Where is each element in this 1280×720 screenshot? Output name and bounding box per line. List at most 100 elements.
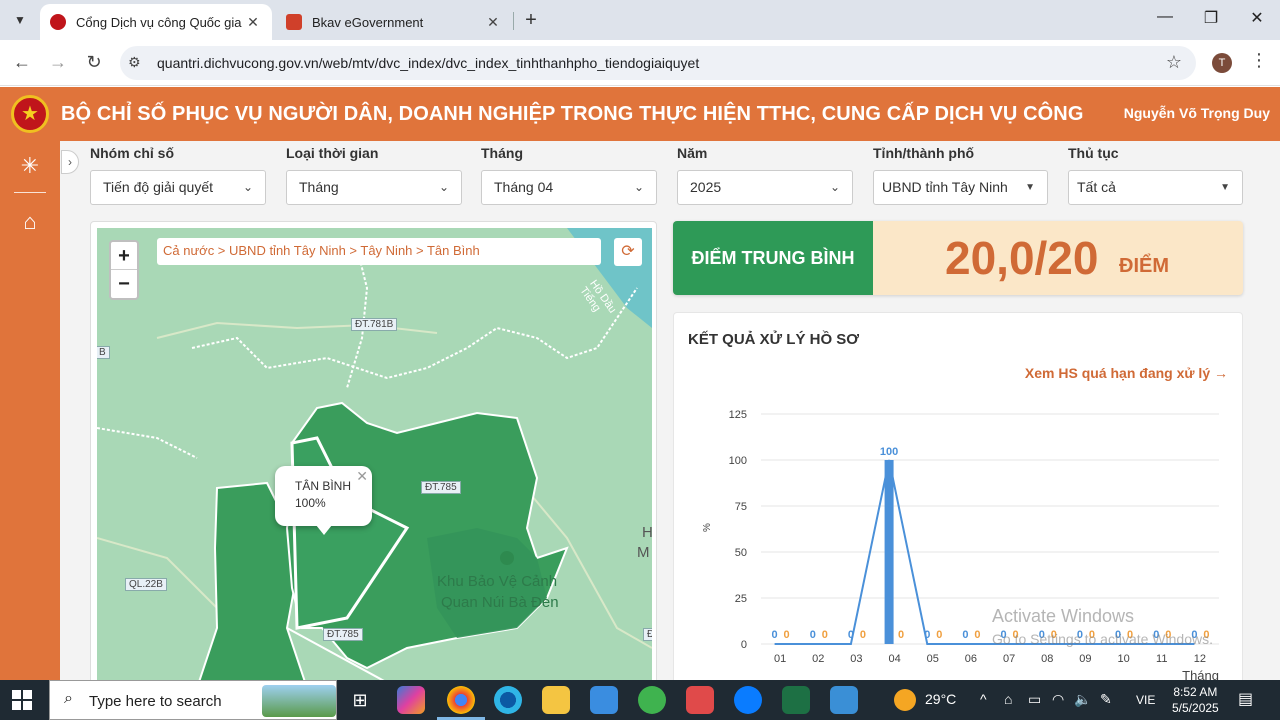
address-bar[interactable]: ⚙ quantri.dichvucong.gov.vn/web/mtv/dvc_… bbox=[120, 46, 1196, 80]
bar-series-1 bbox=[884, 460, 894, 644]
time-type-select[interactable]: Tháng ⌄ bbox=[286, 170, 462, 205]
filter-label-indicator-group: Nhóm chỉ số bbox=[90, 145, 175, 161]
road-label: ĐT.785 bbox=[421, 481, 461, 494]
x-tick-label: 11 bbox=[1156, 653, 1167, 665]
x-tick-label: 04 bbox=[888, 653, 900, 665]
app-red-icon[interactable] bbox=[686, 686, 714, 714]
procedure-select[interactable]: Tất cả ▼ bbox=[1068, 170, 1243, 205]
tab-close-icon[interactable]: ✕ bbox=[484, 14, 502, 31]
excel-icon[interactable] bbox=[782, 686, 810, 714]
map-popup: ✕ TÂN BÌNH 100% bbox=[275, 466, 372, 526]
bookmark-star-icon[interactable]: ☆ bbox=[1166, 52, 1182, 73]
activation-watermark-title: Activate Windows bbox=[992, 606, 1135, 626]
new-tab-plus-icon[interactable]: + bbox=[520, 10, 542, 30]
browser-tab[interactable]: Bkav eGovernment ✕ bbox=[276, 4, 512, 40]
select-value: Tất cả bbox=[1077, 179, 1116, 195]
store-icon[interactable] bbox=[590, 686, 618, 714]
popup-close-icon[interactable]: ✕ bbox=[356, 468, 368, 485]
home-icon[interactable]: ⌂ bbox=[16, 209, 44, 237]
data-label-series-1: 0 bbox=[962, 629, 968, 641]
weather-temperature[interactable]: 29°C bbox=[925, 691, 956, 707]
chrome-icon[interactable] bbox=[437, 686, 485, 720]
task-view-icon[interactable]: ⊞ bbox=[346, 686, 374, 714]
browser-tab-active[interactable]: Cổng Dịch vụ công Quốc gia ✕ bbox=[40, 4, 272, 40]
tray-wifi-icon[interactable]: ◠ bbox=[1052, 691, 1064, 708]
photos-icon[interactable] bbox=[830, 686, 858, 714]
road-label: QL.22B bbox=[125, 578, 167, 591]
map-place-label: Quan Núi Bà Đen bbox=[441, 594, 559, 611]
y-tick-label: 50 bbox=[735, 547, 747, 559]
zoom-out-button[interactable]: − bbox=[111, 270, 137, 298]
map-view[interactable]: ĐT.781B ĐT.785 ĐT.785 QL.22B Khu Bảo Vệ … bbox=[97, 228, 652, 688]
province-select[interactable]: UBND tỉnh Tây Ninh ▼ bbox=[873, 170, 1048, 205]
x-tick-label: 08 bbox=[1041, 653, 1053, 665]
copilot-icon[interactable] bbox=[397, 686, 425, 714]
data-label-series-1: 0 bbox=[772, 629, 778, 641]
zalo-icon[interactable] bbox=[734, 686, 762, 714]
tab-close-icon[interactable]: ✕ bbox=[244, 14, 262, 31]
minimize-icon[interactable]: — bbox=[1150, 8, 1180, 26]
search-icon: ⌕ bbox=[64, 690, 73, 707]
close-window-icon[interactable]: ✕ bbox=[1242, 8, 1272, 28]
y-tick-label: 0 bbox=[741, 639, 747, 651]
map-breadcrumb[interactable]: Cả nước > UBND tỉnh Tây Ninh > Tây Ninh … bbox=[157, 238, 601, 265]
data-label-series-1: 0 bbox=[810, 629, 816, 641]
x-tick-label: 05 bbox=[927, 653, 939, 665]
year-select[interactable]: 2025 ⌄ bbox=[677, 170, 853, 205]
zoom-in-button[interactable]: + bbox=[111, 242, 137, 270]
popup-tip bbox=[316, 525, 332, 535]
road-label: ĐT.785 bbox=[323, 628, 363, 641]
select-value: Tiến độ giải quyết bbox=[103, 179, 213, 195]
popup-district-value: 100% bbox=[295, 496, 326, 510]
input-language[interactable]: VIE bbox=[1136, 693, 1155, 707]
x-tick-label: 02 bbox=[812, 653, 824, 665]
average-score-label: ĐIỂM TRUNG BÌNH bbox=[673, 221, 873, 295]
y-axis-label: % bbox=[702, 523, 713, 532]
sidebar-collapse-icon[interactable]: ✳ bbox=[16, 153, 44, 181]
chevron-down-icon: ⌄ bbox=[829, 180, 840, 194]
average-score-unit: ĐIỂM bbox=[1119, 255, 1169, 277]
forward-arrow-icon[interactable]: → bbox=[46, 52, 70, 73]
browser-tab-strip: ▼ Cổng Dịch vụ công Quốc gia ✕ Bkav eGov… bbox=[0, 0, 1280, 40]
tray-display-icon[interactable]: ▭ bbox=[1028, 691, 1041, 708]
profile-avatar[interactable]: T bbox=[1212, 53, 1232, 73]
file-explorer-icon[interactable] bbox=[542, 686, 570, 714]
browser-menu-icon[interactable]: ⋮ bbox=[1250, 50, 1268, 71]
notification-icon[interactable]: ▤ bbox=[1238, 689, 1253, 709]
edge-icon[interactable] bbox=[494, 686, 522, 714]
average-score-card: ĐIỂM TRUNG BÌNH 20,0/20 ĐIỂM bbox=[673, 221, 1243, 295]
weather-sun-icon[interactable] bbox=[894, 689, 916, 711]
app-green-icon[interactable] bbox=[638, 686, 666, 714]
indicator-group-select[interactable]: Tiến độ giải quyết ⌄ bbox=[90, 170, 266, 205]
clock-date: 5/5/2025 bbox=[1172, 701, 1219, 715]
taskbar-search-box[interactable]: ⌕ Type here to search bbox=[49, 680, 337, 720]
month-select[interactable]: Tháng 04 ⌄ bbox=[481, 170, 657, 205]
map-canvas bbox=[97, 228, 652, 688]
site-info-icon[interactable]: ⚙ bbox=[128, 54, 141, 71]
expand-chevron-icon[interactable]: › bbox=[61, 150, 79, 174]
road-label: Đ bbox=[643, 628, 652, 641]
restore-icon[interactable]: ❐ bbox=[1196, 8, 1226, 28]
tab-search-chevron-icon[interactable]: ▼ bbox=[8, 8, 32, 32]
tray-pen-icon[interactable]: ✎ bbox=[1100, 691, 1112, 708]
x-tick-label: 10 bbox=[1117, 653, 1129, 665]
y-tick-label: 125 bbox=[729, 409, 747, 421]
user-name[interactable]: Nguyễn Võ Trọng Duy bbox=[1124, 105, 1270, 121]
caret-down-icon: ▼ bbox=[1220, 182, 1230, 193]
x-tick-label: 03 bbox=[850, 653, 862, 665]
select-value: Tháng bbox=[299, 179, 339, 195]
refresh-icon[interactable]: ⟳ bbox=[614, 238, 642, 266]
windows-start-icon[interactable] bbox=[12, 690, 32, 710]
tray-volume-icon[interactable]: 🔈 bbox=[1074, 691, 1091, 708]
data-label-series-1: 100 bbox=[880, 446, 898, 458]
system-clock[interactable]: 8:52 AM 5/5/2025 bbox=[1172, 684, 1219, 716]
chevron-down-icon: ⌄ bbox=[633, 180, 644, 194]
back-arrow-icon[interactable]: ← bbox=[10, 52, 34, 73]
url-text[interactable]: quantri.dichvucong.gov.vn/web/mtv/dvc_in… bbox=[157, 55, 699, 71]
tab-title: Bkav eGovernment bbox=[312, 14, 424, 30]
tray-network-icon[interactable]: ⌂ bbox=[1004, 691, 1012, 707]
sidebar-divider bbox=[14, 192, 46, 193]
reload-icon[interactable]: ↻ bbox=[82, 52, 106, 73]
tray-chevron-up-icon[interactable]: ^ bbox=[980, 691, 987, 707]
x-tick-label: 07 bbox=[1003, 653, 1015, 665]
